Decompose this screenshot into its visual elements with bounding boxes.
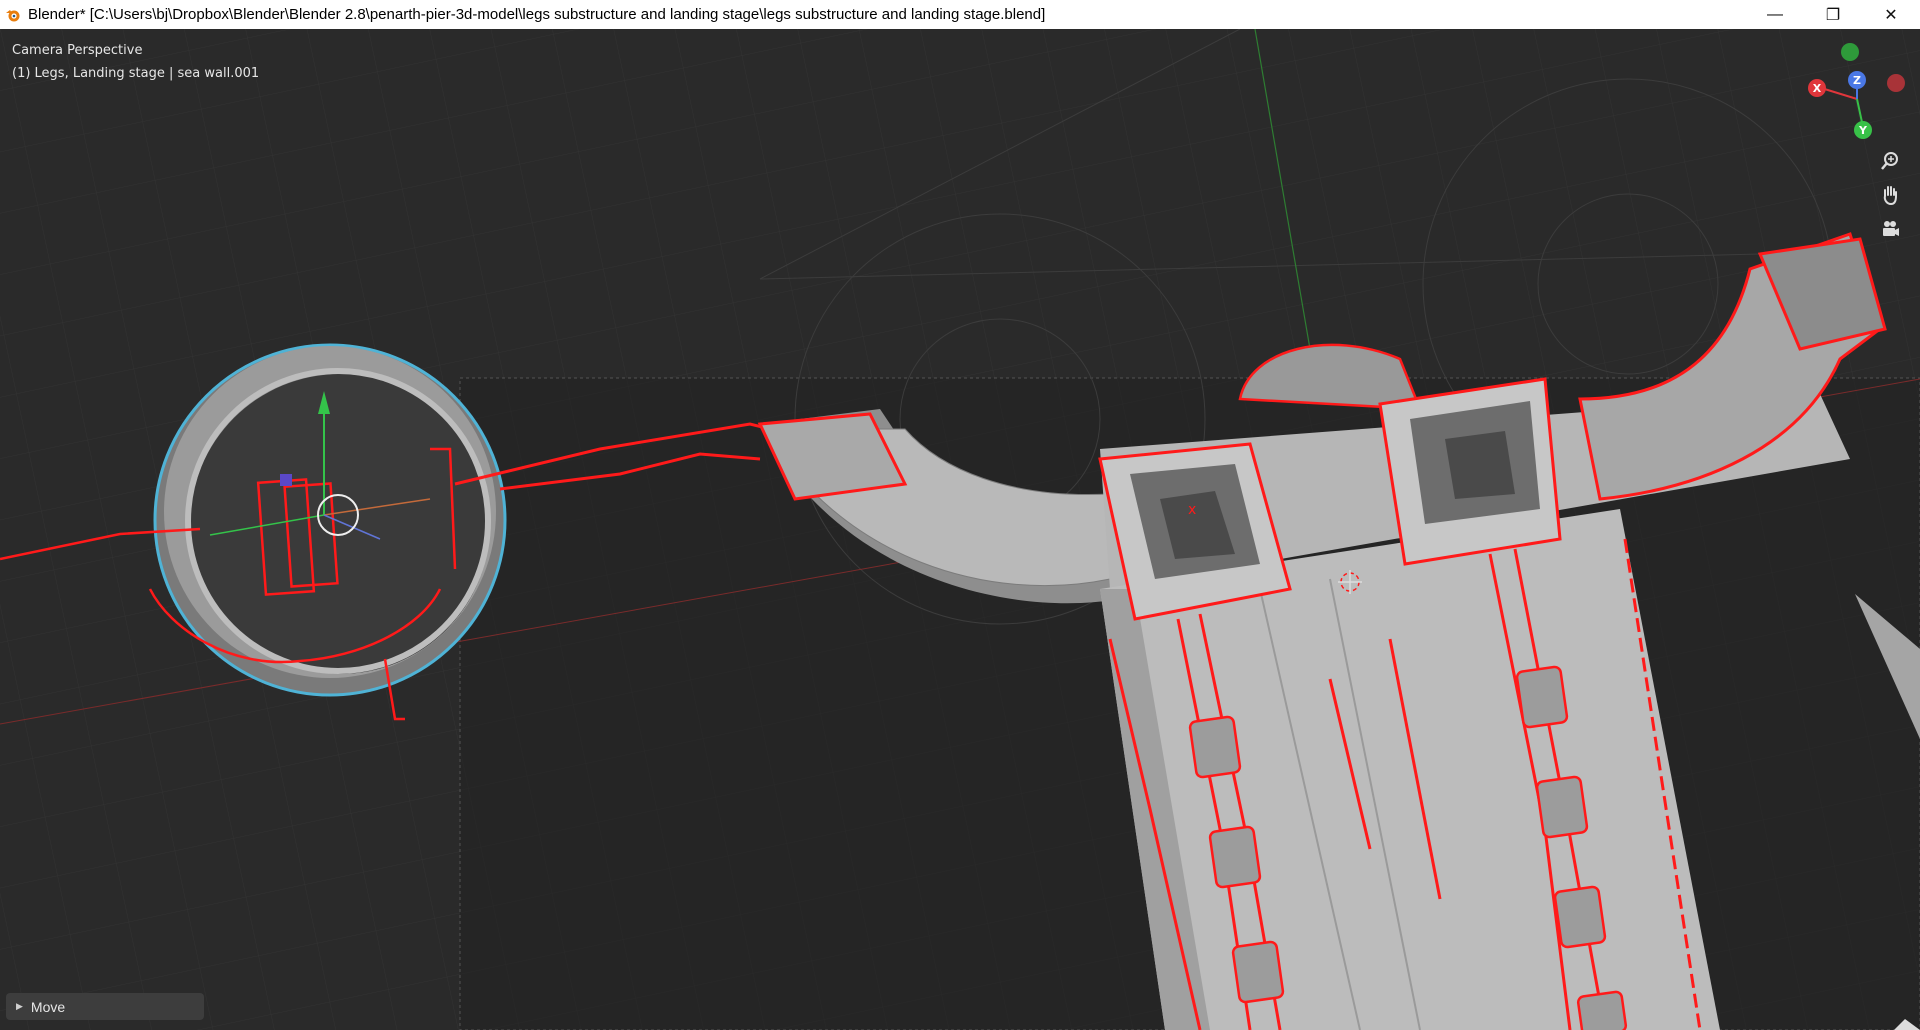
close-button[interactable]: ✕ xyxy=(1862,0,1920,29)
blender-logo-icon xyxy=(4,6,22,24)
x-axis-ball[interactable]: X xyxy=(1808,79,1826,97)
camera-icon[interactable] xyxy=(1876,215,1904,243)
y-axis-ball[interactable]: Y xyxy=(1854,121,1872,139)
view-name: Camera Perspective xyxy=(12,43,143,58)
annotation-x-mark-1: x xyxy=(1188,502,1196,518)
last-operator-panel[interactable]: ▶ Move xyxy=(6,993,204,1020)
restore-button[interactable]: ❐ xyxy=(1804,0,1862,29)
3d-viewport[interactable]: x Camera Perspective (1) Legs, Landing s… xyxy=(0,29,1920,1030)
object-info: (1) Legs, Landing stage | sea wall.001 xyxy=(12,66,260,81)
z-axis-ball[interactable]: Z xyxy=(1848,71,1866,89)
zoom-icon[interactable] xyxy=(1876,147,1904,175)
operator-label: Move xyxy=(30,998,66,1015)
window-titlebar: Blender* [C:\Users\bj\Dropbox\Blender\Bl… xyxy=(0,0,1920,29)
minimize-button[interactable]: — xyxy=(1746,0,1804,29)
window-title: Blender* [C:\Users\bj\Dropbox\Blender\Bl… xyxy=(28,6,1046,23)
pan-hand-icon[interactable] xyxy=(1876,181,1904,209)
scene-render[interactable]: x xyxy=(0,29,1920,1030)
neg-y-axis-ball[interactable] xyxy=(1841,43,1859,61)
expand-arrow-icon[interactable]: ▶ xyxy=(16,1001,23,1012)
